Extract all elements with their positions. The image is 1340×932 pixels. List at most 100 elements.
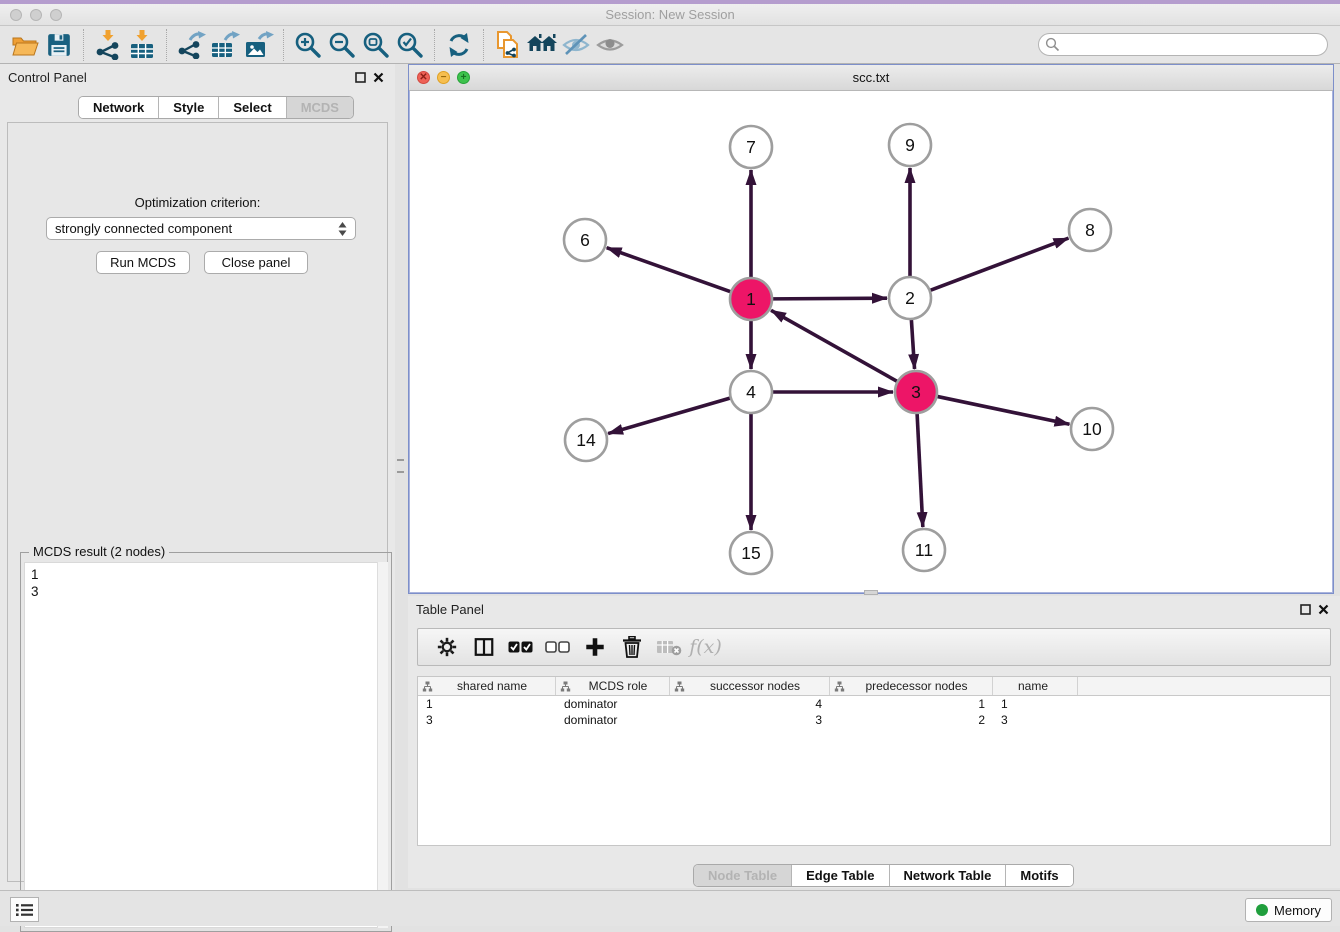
zoom-window-button[interactable]	[50, 9, 62, 21]
graph-edge-2-3[interactable]	[911, 319, 914, 369]
network-window-titlebar[interactable]: ✕ − + scc.txt	[409, 65, 1333, 91]
tab-motifs[interactable]: Motifs	[1005, 865, 1072, 886]
maximize-view-button[interactable]: +	[457, 71, 470, 84]
close-panel-icon[interactable]	[369, 68, 387, 86]
graph-edge-3-1[interactable]	[771, 310, 898, 381]
open-session-button[interactable]	[8, 29, 42, 61]
deselect-all-button[interactable]	[539, 631, 576, 663]
node-table-header: shared name MCDS role successor nodes pr…	[418, 677, 1330, 696]
float-panel-icon[interactable]	[351, 68, 369, 86]
select-all-button[interactable]	[502, 631, 539, 663]
task-history-button[interactable]	[10, 897, 39, 922]
refresh-icon	[445, 31, 473, 59]
float-table-panel-icon[interactable]	[1296, 600, 1314, 618]
node-table[interactable]: shared name MCDS role successor nodes pr…	[417, 676, 1331, 846]
network-view-window: ✕ − + scc.txt 7968124314101511	[408, 64, 1334, 594]
mcds-result-text[interactable]: 1 3	[24, 562, 388, 928]
export-table-button[interactable]	[208, 29, 242, 61]
zoom-fit-button[interactable]	[359, 29, 393, 61]
import-network-button[interactable]	[91, 29, 125, 61]
clone-network-button[interactable]	[491, 29, 525, 61]
cell-successor-nodes[interactable]: 4	[670, 696, 830, 712]
network-graph-canvas[interactable]: 7968124314101511	[409, 91, 1333, 593]
table-settings-button[interactable]	[428, 631, 465, 663]
hide-selected-button[interactable]	[559, 29, 593, 61]
close-table-panel-icon[interactable]	[1314, 600, 1332, 618]
close-panel-button[interactable]: Close panel	[204, 251, 308, 274]
checked-boxes-icon	[508, 640, 533, 654]
import-table-button[interactable]	[125, 29, 159, 61]
column-header-shared-name[interactable]: shared name	[418, 677, 556, 695]
criterion-select[interactable]: strongly connected component	[46, 217, 356, 240]
show-all-button[interactable]	[593, 29, 627, 61]
cell-shared-name[interactable]: 1	[418, 696, 556, 712]
table-row[interactable]: 1 dominator 4 1 1	[418, 696, 1330, 712]
table-row[interactable]: 3 dominator 3 2 3	[418, 712, 1330, 728]
cell-mcds-role[interactable]: dominator	[556, 696, 670, 712]
column-header-successor-nodes[interactable]: successor nodes	[670, 677, 830, 695]
cell-successor-nodes[interactable]: 3	[670, 712, 830, 728]
graph-edge-3-10[interactable]	[937, 396, 1070, 424]
zoom-in-icon	[294, 31, 322, 59]
zoom-in-button[interactable]	[291, 29, 325, 61]
graph-edge-1-2[interactable]	[772, 298, 887, 299]
trash-icon	[622, 636, 642, 658]
eye-slash-icon	[561, 32, 591, 58]
toolbar-separator	[166, 29, 167, 61]
column-header-predecessor-nodes[interactable]: predecessor nodes	[830, 677, 993, 695]
graph-edge-1-6[interactable]	[607, 248, 732, 292]
vertical-splitter-handle[interactable]	[397, 459, 404, 473]
apply-layout-button[interactable]	[442, 29, 476, 61]
memory-button[interactable]: Memory	[1245, 898, 1332, 922]
control-panel-tabs: Network Style Select MCDS	[78, 96, 354, 119]
tab-network[interactable]: Network	[79, 97, 158, 118]
minimize-view-button[interactable]: −	[437, 71, 450, 84]
graph-node-label-4: 4	[746, 382, 756, 402]
minimize-window-button[interactable]	[30, 9, 42, 21]
mcds-result-group: MCDS result (2 nodes) 1 3	[20, 552, 392, 932]
export-network-button[interactable]	[174, 29, 208, 61]
cell-shared-name[interactable]: 3	[418, 712, 556, 728]
graph-node-label-7: 7	[746, 137, 756, 157]
optimization-criterion-label: Optimization criterion:	[8, 195, 387, 210]
zoom-out-button[interactable]	[325, 29, 359, 61]
tab-network-table[interactable]: Network Table	[889, 865, 1006, 886]
run-mcds-button[interactable]: Run MCDS	[96, 251, 190, 274]
column-header-mcds-role[interactable]: MCDS role	[556, 677, 670, 695]
horizontal-splitter-handle[interactable]	[864, 590, 878, 595]
table-toolbar: f(x)	[417, 628, 1331, 666]
graph-edge-2-8[interactable]	[930, 238, 1069, 290]
cell-predecessor-nodes[interactable]: 2	[830, 712, 993, 728]
cell-mcds-role[interactable]: dominator	[556, 712, 670, 728]
graph-edge-4-14[interactable]	[608, 398, 731, 434]
save-session-button[interactable]	[42, 29, 76, 61]
zoom-selected-button[interactable]	[393, 29, 427, 61]
column-header-name[interactable]: name	[993, 677, 1078, 695]
tab-node-table[interactable]: Node Table	[694, 865, 791, 886]
cell-name[interactable]: 3	[993, 712, 1078, 728]
search-input[interactable]	[1038, 33, 1328, 56]
memory-label: Memory	[1274, 903, 1321, 918]
tab-select[interactable]: Select	[218, 97, 285, 118]
home-button[interactable]	[525, 29, 559, 61]
graph-node-label-9: 9	[905, 135, 915, 155]
column-layout-button[interactable]	[465, 631, 502, 663]
columns-icon	[473, 636, 495, 658]
column-type-icon	[674, 681, 685, 692]
export-network-icon	[176, 31, 206, 59]
tab-style[interactable]: Style	[158, 97, 218, 118]
tab-edge-table[interactable]: Edge Table	[791, 865, 888, 886]
export-image-button[interactable]	[242, 29, 276, 61]
add-column-button[interactable]	[576, 631, 613, 663]
toolbar-separator	[483, 29, 484, 61]
cell-predecessor-nodes[interactable]: 1	[830, 696, 993, 712]
tab-mcds[interactable]: MCDS	[286, 97, 353, 118]
edge-layer	[607, 168, 1070, 530]
result-scrollbar[interactable]	[377, 562, 388, 928]
cell-name[interactable]: 1	[993, 696, 1078, 712]
delete-column-button[interactable]	[613, 631, 650, 663]
close-window-button[interactable]	[10, 9, 22, 21]
graph-edge-3-11[interactable]	[917, 413, 923, 527]
close-view-button[interactable]: ✕	[417, 71, 430, 84]
graph-node-label-3: 3	[911, 382, 921, 402]
